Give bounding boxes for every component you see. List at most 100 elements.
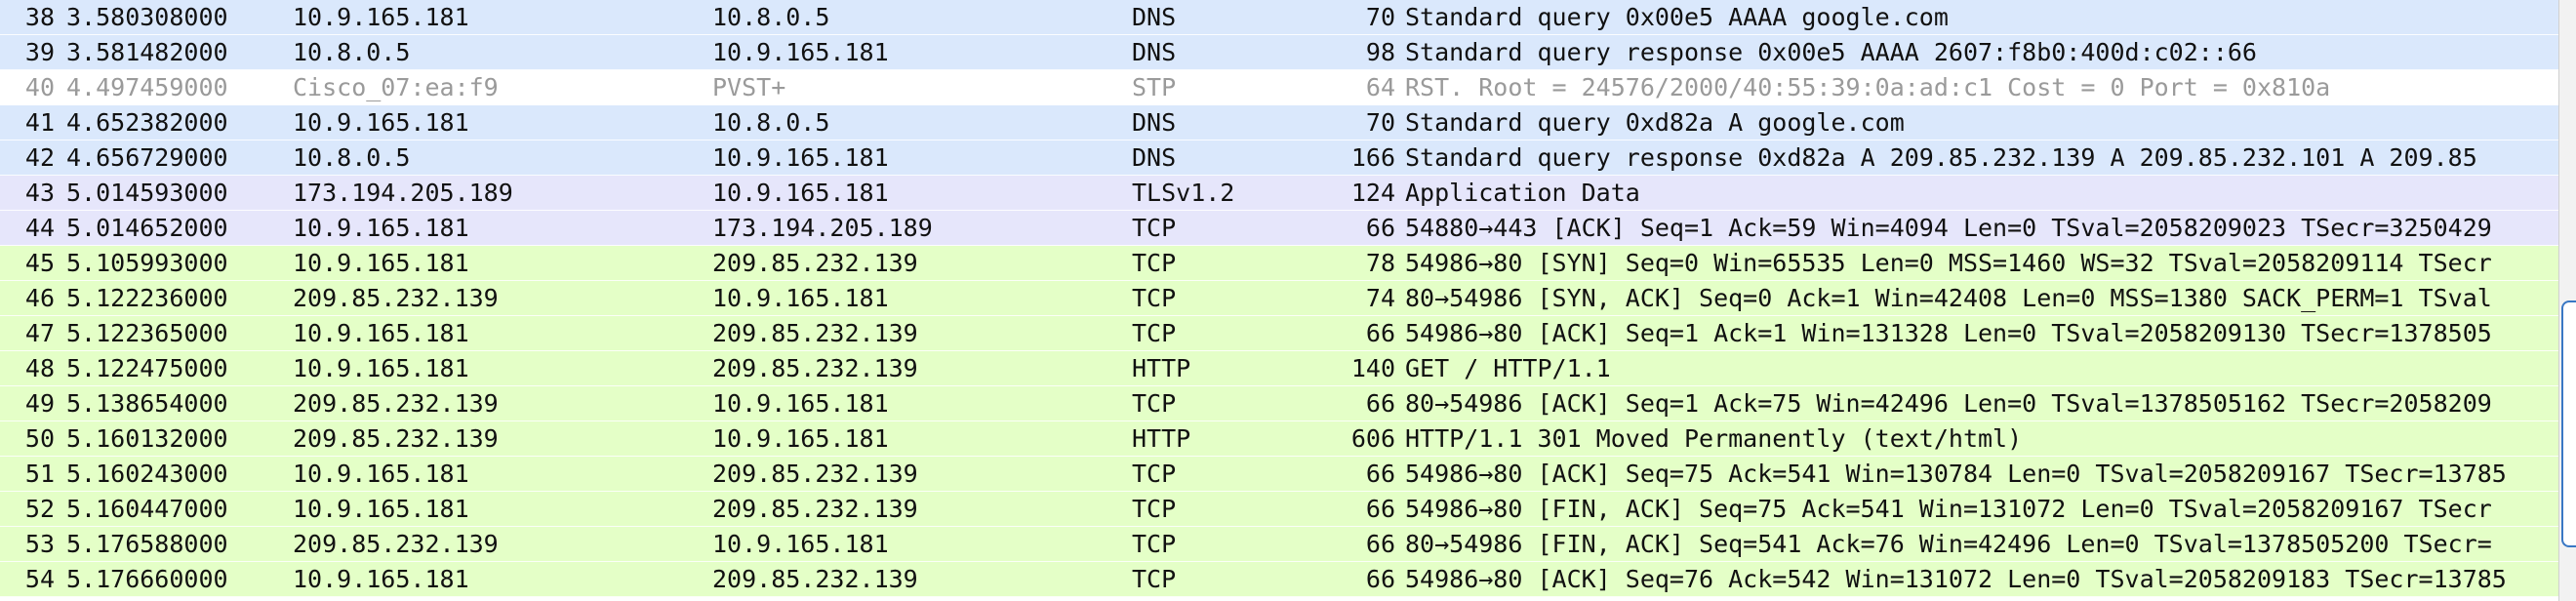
packet-source: 10.9.165.181	[293, 460, 469, 488]
packet-info: 54986→80 [ACK] Seq=75 Ack=541 Win=130784…	[1405, 460, 2507, 488]
packet-number: 39	[24, 38, 55, 66]
packet-info: Application Data	[1405, 179, 1640, 207]
packet-destination: 209.85.232.139	[712, 354, 918, 382]
packet-length: 66	[1365, 495, 1395, 523]
packet-length: 66	[1365, 389, 1395, 418]
packet-time: 4.497459000	[66, 73, 228, 101]
packet-row[interactable]: 53 5.176588000 209.85.232.139 10.9.165.1…	[0, 527, 2558, 562]
vertical-scrollbar[interactable]	[2558, 0, 2576, 601]
packet-row[interactable]: 51 5.160243000 10.9.165.181 209.85.232.1…	[0, 457, 2558, 492]
packet-source: 10.9.165.181	[293, 354, 469, 382]
packet-row[interactable]: 43 5.014593000 173.194.205.189 10.9.165.…	[0, 176, 2558, 211]
packet-protocol: TCP	[1132, 495, 1177, 523]
packet-destination: 173.194.205.189	[712, 214, 933, 242]
packet-number: 41	[24, 108, 55, 137]
packet-protocol: DNS	[1132, 3, 1177, 31]
packet-protocol: HTTP	[1132, 354, 1191, 382]
packet-protocol: TLSv1.2	[1132, 179, 1235, 207]
packet-time: 5.176660000	[66, 565, 228, 593]
packet-number: 49	[24, 389, 55, 418]
packet-length: 66	[1365, 214, 1395, 242]
packet-time: 5.014652000	[66, 214, 228, 242]
packet-protocol: DNS	[1132, 143, 1177, 172]
packet-length: 98	[1365, 38, 1395, 66]
packet-protocol: DNS	[1132, 108, 1177, 137]
packet-source: 209.85.232.139	[293, 530, 499, 558]
packet-source: 10.9.165.181	[293, 214, 469, 242]
packet-number: 38	[24, 3, 55, 31]
packet-time: 3.580308000	[66, 3, 228, 31]
packet-length: 66	[1365, 460, 1395, 488]
packet-row[interactable]: 47 5.122365000 10.9.165.181 209.85.232.1…	[0, 316, 2558, 351]
packet-time: 5.122475000	[66, 354, 228, 382]
packet-row[interactable]: 48 5.122475000 10.9.165.181 209.85.232.1…	[0, 351, 2558, 386]
packet-destination: 209.85.232.139	[712, 565, 918, 593]
packet-source: 209.85.232.139	[293, 424, 499, 453]
packet-destination: 209.85.232.139	[712, 319, 918, 347]
packet-number: 45	[24, 249, 55, 277]
packet-protocol: TCP	[1132, 214, 1177, 242]
packet-number: 46	[24, 284, 55, 312]
packet-destination: 10.8.0.5	[712, 108, 830, 137]
packet-row[interactable]: 54 5.176660000 10.9.165.181 209.85.232.1…	[0, 562, 2558, 597]
packet-info: 80→54986 [ACK] Seq=1 Ack=75 Win=42496 Le…	[1405, 389, 2492, 418]
packet-row[interactable]: 40 4.497459000 Cisco_07:ea:f9 PVST+ STP …	[0, 70, 2558, 105]
packet-length: 64	[1365, 73, 1395, 101]
packet-list[interactable]: 38 3.580308000 10.9.165.181 10.8.0.5 DNS…	[0, 0, 2558, 601]
packet-info: 80→54986 [FIN, ACK] Seq=541 Ack=76 Win=4…	[1405, 530, 2492, 558]
packet-time: 5.014593000	[66, 179, 228, 207]
packet-destination: 10.9.165.181	[712, 530, 889, 558]
packet-number: 40	[24, 73, 55, 101]
packet-row[interactable]: 50 5.160132000 209.85.232.139 10.9.165.1…	[0, 421, 2558, 457]
packet-protocol: TCP	[1132, 389, 1177, 418]
packet-source: 10.9.165.181	[293, 319, 469, 347]
packet-time: 5.160243000	[66, 460, 228, 488]
packet-row[interactable]: 52 5.160447000 10.9.165.181 209.85.232.1…	[0, 492, 2558, 527]
packet-destination: 209.85.232.139	[712, 460, 918, 488]
scrollbar-thumb[interactable]	[2561, 300, 2576, 547]
packet-time: 5.105993000	[66, 249, 228, 277]
packet-row[interactable]: 44 5.014652000 10.9.165.181 173.194.205.…	[0, 211, 2558, 246]
packet-time: 5.160447000	[66, 495, 228, 523]
packet-number: 50	[24, 424, 55, 453]
packet-info: HTTP/1.1 301 Moved Permanently (text/htm…	[1405, 424, 2023, 453]
packet-number: 47	[24, 319, 55, 347]
packet-length: 74	[1365, 284, 1395, 312]
packet-time: 4.656729000	[66, 143, 228, 172]
packet-protocol: TCP	[1132, 530, 1177, 558]
packet-time: 5.138654000	[66, 389, 228, 418]
packet-row[interactable]: 42 4.656729000 10.8.0.5 10.9.165.181 DNS…	[0, 140, 2558, 176]
packet-time: 4.652382000	[66, 108, 228, 137]
packet-destination: 10.8.0.5	[712, 3, 830, 31]
packet-source: 10.9.165.181	[293, 495, 469, 523]
packet-time: 5.122365000	[66, 319, 228, 347]
packet-info: 54986→80 [ACK] Seq=76 Ack=542 Win=131072…	[1405, 565, 2507, 593]
packet-row[interactable]: 41 4.652382000 10.9.165.181 10.8.0.5 DNS…	[0, 105, 2558, 140]
packet-info: 54986→80 [ACK] Seq=1 Ack=1 Win=131328 Le…	[1405, 319, 2492, 347]
packet-destination: 10.9.165.181	[712, 389, 889, 418]
packet-length: 78	[1365, 249, 1395, 277]
packet-time: 5.176588000	[66, 530, 228, 558]
packet-source: Cisco_07:ea:f9	[293, 73, 499, 101]
packet-protocol: TCP	[1132, 249, 1177, 277]
packet-row[interactable]: 38 3.580308000 10.9.165.181 10.8.0.5 DNS…	[0, 0, 2558, 35]
packet-info: Standard query 0x00e5 AAAA google.com	[1405, 3, 1949, 31]
packet-row[interactable]: 46 5.122236000 209.85.232.139 10.9.165.1…	[0, 281, 2558, 316]
packet-destination: 10.9.165.181	[712, 143, 889, 172]
packet-source: 10.9.165.181	[293, 249, 469, 277]
packet-time: 5.122236000	[66, 284, 228, 312]
packet-number: 48	[24, 354, 55, 382]
packet-row[interactable]: 39 3.581482000 10.8.0.5 10.9.165.181 DNS…	[0, 35, 2558, 70]
packet-row[interactable]: 49 5.138654000 209.85.232.139 10.9.165.1…	[0, 386, 2558, 421]
packet-destination: 10.9.165.181	[712, 179, 889, 207]
packet-number: 42	[24, 143, 55, 172]
packet-info: 80→54986 [SYN, ACK] Seq=0 Ack=1 Win=4240…	[1405, 284, 2492, 312]
packet-row[interactable]: 45 5.105993000 10.9.165.181 209.85.232.1…	[0, 246, 2558, 281]
packet-number: 43	[24, 179, 55, 207]
packet-number: 52	[24, 495, 55, 523]
packet-length: 124	[1350, 179, 1395, 207]
packet-source: 10.9.165.181	[293, 565, 469, 593]
packet-destination: 10.9.165.181	[712, 38, 889, 66]
packet-source: 209.85.232.139	[293, 389, 499, 418]
wireshark-packet-list-view: 38 3.580308000 10.9.165.181 10.8.0.5 DNS…	[0, 0, 2576, 601]
